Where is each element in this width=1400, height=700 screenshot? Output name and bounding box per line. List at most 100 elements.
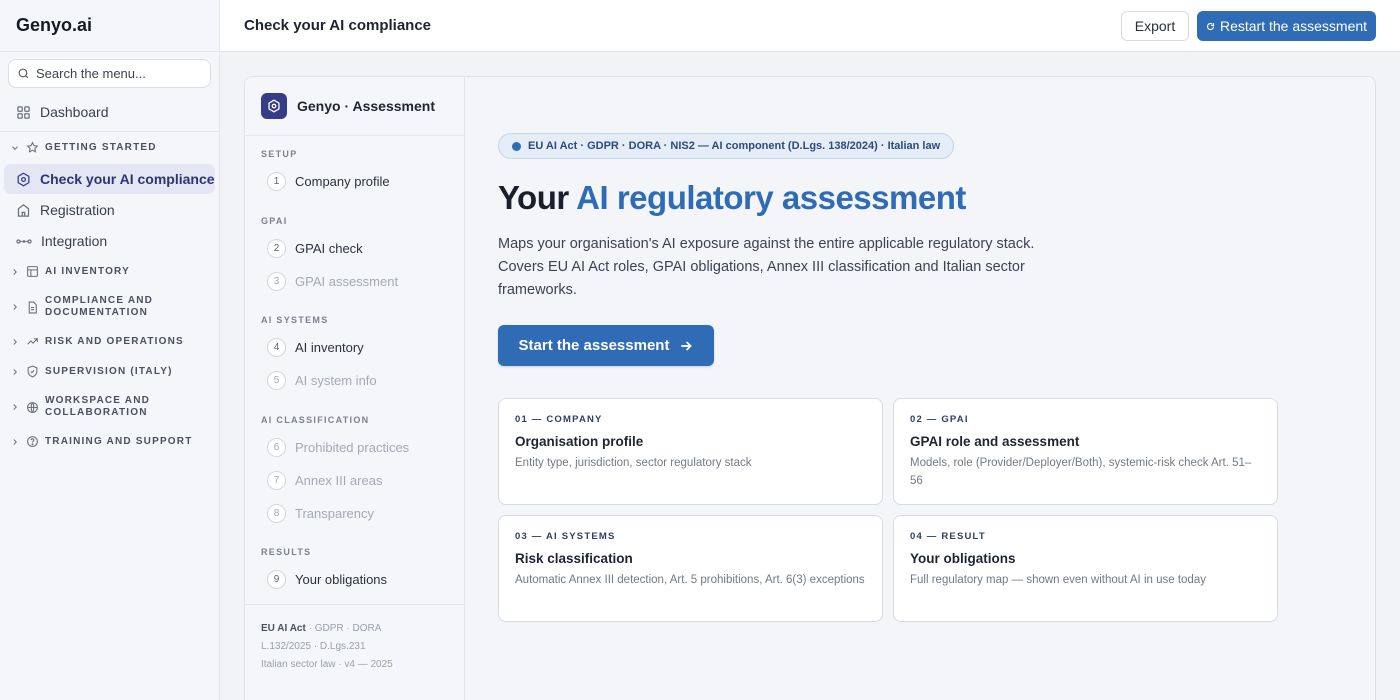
wizard-step-ai-inventory[interactable]: 4 AI inventory [267, 338, 364, 357]
step-number: 3 [267, 272, 286, 291]
card-kicker: 02 — GPAI [910, 414, 969, 425]
status-dot-icon [512, 141, 521, 151]
group-label: COMPLIANCE AND DOCUMENTATION [45, 295, 154, 318]
step-number: 9 [267, 570, 286, 589]
regulation-badge: EU AI Act · GDPR · DORA · NIS2 — AI comp… [498, 133, 955, 159]
group-label: SUPERVISION (ITALY) [45, 365, 173, 377]
table-icon [26, 265, 39, 278]
footer-line2: L.132/2025 · D.Lgs.231 [261, 641, 366, 652]
card-kicker: 01 — COMPANY [515, 414, 603, 425]
restart-label: Restart the assessment [1219, 18, 1368, 34]
step-label: AI inventory [295, 340, 364, 355]
step-label: Transparency [295, 506, 374, 521]
footer-line3: Italian sector law · v4 — 2025 [261, 659, 393, 670]
step-label: Company profile [295, 174, 390, 189]
sidebar-group-ai-inventory[interactable]: AI INVENTORY [10, 265, 215, 278]
wizard-nav: Genyo · Assessment SETUP 1 Company profi… [245, 77, 465, 700]
document-icon [26, 301, 39, 314]
card-description: Automatic Annex III detection, Art. 5 pr… [515, 574, 865, 586]
step-label: AI system info [295, 373, 377, 388]
shield-hex-icon [16, 172, 31, 187]
chevron-right-icon [10, 402, 20, 412]
sidebar-item-dashboard[interactable]: Dashboard [4, 97, 215, 127]
card-kicker: 03 — AI SYSTEMS [515, 531, 616, 542]
chevron-right-icon [10, 367, 20, 377]
star-icon [26, 141, 39, 154]
wizard-step-company-profile[interactable]: 1 Company profile [267, 172, 390, 191]
assessment-card: Genyo · Assessment SETUP 1 Company profi… [244, 76, 1376, 700]
group-label: AI INVENTORY [45, 265, 130, 277]
step-label: Prohibited practices [295, 440, 410, 455]
search-icon [17, 67, 30, 80]
topbar: Check your AI compliance Export Restart … [220, 0, 1400, 52]
wizard-section-gpai: GPAI [261, 216, 288, 226]
group-label: TRAINING AND SUPPORT [45, 435, 193, 447]
shield-check-icon [26, 365, 39, 378]
sidebar-item-registration[interactable]: Registration [4, 195, 215, 225]
step-label: GPAI check [295, 241, 363, 256]
start-label: Start the assessment [518, 337, 670, 354]
sidebar-group-risk[interactable]: RISK AND OPERATIONS [10, 335, 215, 348]
card-title: Your obligations [910, 551, 1016, 566]
sidebar-search[interactable] [8, 59, 211, 88]
card-description: Full regulatory map — shown even without… [910, 574, 1206, 586]
app-logo[interactable]: Genyo.ai [0, 0, 219, 52]
group-label: GETTING STARTED [45, 141, 157, 153]
footer-bold: EU AI Act [261, 623, 306, 634]
hero-description: Maps your organisation's AI exposure aga… [498, 236, 1035, 298]
sidebar-item-label: Check your AI compliance [40, 171, 215, 187]
chevron-right-icon [10, 267, 20, 277]
wizard-section-ai-classification: AI CLASSIFICATION [261, 415, 370, 425]
card-description: Entity type, jurisdiction, sector regula… [515, 457, 752, 469]
card-description: Models, role (Provider/Deployer/Both), s… [910, 457, 1252, 487]
wizard-step-ai-system-info: 5 AI system info [267, 371, 377, 390]
chevron-down-icon [10, 143, 20, 153]
assessment-intro: EU AI Act · GDPR · DORA · NIS2 — AI comp… [466, 77, 1375, 700]
wizard-section-results: RESULTS [261, 547, 312, 557]
start-assessment-button[interactable]: Start the assessment [498, 325, 714, 366]
search-input[interactable] [36, 66, 196, 81]
sidebar-item-check-ai-compliance[interactable]: Check your AI compliance [4, 164, 215, 194]
step-number: 4 [267, 338, 286, 357]
sidebar-item-integration[interactable]: Integration [4, 226, 215, 256]
overview-card-ai-systems: 03 — AI SYSTEMS Risk classification Auto… [498, 515, 883, 622]
hero-title-accent: AI regulatory assessment [576, 179, 966, 216]
overview-card-result: 04 — RESULT Your obligations Full regula… [893, 515, 1278, 622]
step-label: Your obligations [295, 572, 388, 587]
sidebar: Genyo.ai Dashboard GETTING STARTED Check… [0, 0, 220, 700]
hero-title: Your AI regulatory assessment [498, 179, 966, 217]
sidebar-group-supervision[interactable]: SUPERVISION (ITALY) [10, 365, 215, 378]
step-number: 1 [267, 172, 286, 191]
card-title: Organisation profile [515, 434, 644, 449]
step-number: 5 [267, 371, 286, 390]
page-title: Check your AI compliance [244, 17, 432, 34]
divider [0, 131, 220, 132]
trend-icon [26, 335, 39, 348]
wizard-footer: EU AI Act · GDPR · DORA L.132/2025 · D.L… [245, 604, 465, 674]
group-label: RISK AND OPERATIONS [45, 335, 184, 347]
step-number: 2 [267, 239, 286, 258]
footer-line1: · GDPR · DORA [305, 623, 382, 634]
export-button[interactable]: Export [1121, 11, 1189, 41]
sidebar-group-training[interactable]: TRAINING AND SUPPORT [10, 435, 215, 448]
sidebar-group-compliance[interactable]: COMPLIANCE AND DOCUMENTATION [10, 295, 215, 319]
chevron-right-icon [10, 302, 20, 312]
sidebar-group-workspace[interactable]: WORKSPACE AND COLLABORATION [10, 395, 215, 419]
wizard-section-ai-systems: AI SYSTEMS [261, 315, 329, 325]
globe-icon [26, 401, 39, 414]
wizard-step-prohibited-practices: 6 Prohibited practices [267, 438, 409, 457]
group-label: WORKSPACE AND COLLABORATION [45, 395, 151, 418]
wizard-step-gpai-check[interactable]: 2 GPAI check [267, 239, 363, 258]
arrow-right-icon [679, 339, 693, 353]
wizard-title: Genyo · Assessment [297, 98, 435, 114]
sidebar-group-getting-started[interactable]: GETTING STARTED [10, 141, 215, 154]
wizard-step-annex-iii: 7 Annex III areas [267, 471, 382, 490]
link-icon [16, 234, 32, 249]
wizard-step-your-obligations[interactable]: 9 Your obligations [267, 570, 387, 589]
regulation-badge-label: EU AI Act · GDPR · DORA · NIS2 — AI comp… [528, 140, 941, 152]
restart-assessment-button[interactable]: Restart the assessment [1197, 11, 1376, 41]
step-number: 8 [267, 504, 286, 523]
sidebar-item-label: Dashboard [40, 104, 109, 120]
overview-card-company: 01 — COMPANY Organisation profile Entity… [498, 398, 883, 505]
card-title: Risk classification [515, 551, 633, 566]
